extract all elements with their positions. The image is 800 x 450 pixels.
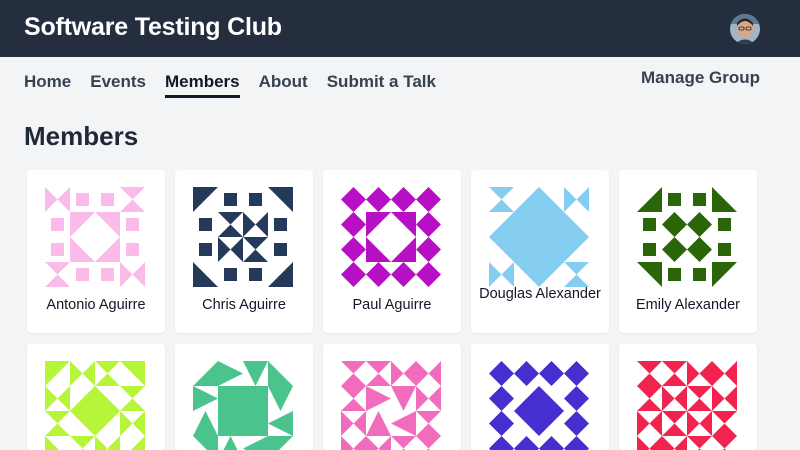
member-card[interactable]: Chris Aguirre	[175, 170, 313, 333]
member-card[interactable]	[175, 344, 313, 450]
member-card[interactable]	[619, 344, 757, 450]
identicon-icon	[489, 187, 589, 287]
group-nav: Home Events Members About Submit a Talk	[24, 72, 436, 98]
member-card[interactable]	[471, 344, 609, 450]
identicon-icon	[637, 361, 737, 450]
identicon-icon	[193, 187, 293, 287]
member-name: Antonio Aguirre	[46, 297, 146, 313]
user-avatar[interactable]	[730, 14, 760, 44]
nav-submit-talk[interactable]: Submit a Talk	[327, 72, 436, 98]
identicon-icon	[489, 361, 589, 450]
member-name: Emily Alexander	[636, 297, 740, 313]
member-card[interactable]	[323, 344, 461, 450]
nav-events[interactable]: Events	[90, 72, 146, 98]
member-card[interactable]: Douglas Alexander	[471, 170, 609, 333]
page-title: Members	[24, 121, 139, 151]
member-card[interactable]	[27, 344, 165, 450]
nav-members[interactable]: Members	[164, 72, 240, 98]
identicon-icon	[45, 187, 145, 287]
top-bar: Software Testing Club	[0, 0, 800, 57]
manage-group-link[interactable]: Manage Group	[641, 68, 760, 88]
member-card[interactable]: Emily Alexander	[619, 170, 757, 333]
member-name: Chris Aguirre	[202, 297, 286, 313]
identicon-icon	[341, 187, 441, 287]
identicon-icon	[637, 187, 737, 287]
member-name: Douglas Alexander	[479, 286, 601, 302]
identicon-icon	[45, 361, 145, 450]
member-card[interactable]: Antonio Aguirre	[27, 170, 165, 333]
app-title[interactable]: Software Testing Club	[24, 13, 282, 42]
member-name: Paul Aguirre	[352, 297, 432, 313]
member-card[interactable]: Paul Aguirre	[323, 170, 461, 333]
identicon-icon	[193, 361, 293, 450]
identicon-icon	[341, 361, 441, 450]
nav-about[interactable]: About	[259, 72, 308, 98]
nav-home[interactable]: Home	[24, 72, 71, 98]
user-avatar-icon	[730, 14, 760, 44]
